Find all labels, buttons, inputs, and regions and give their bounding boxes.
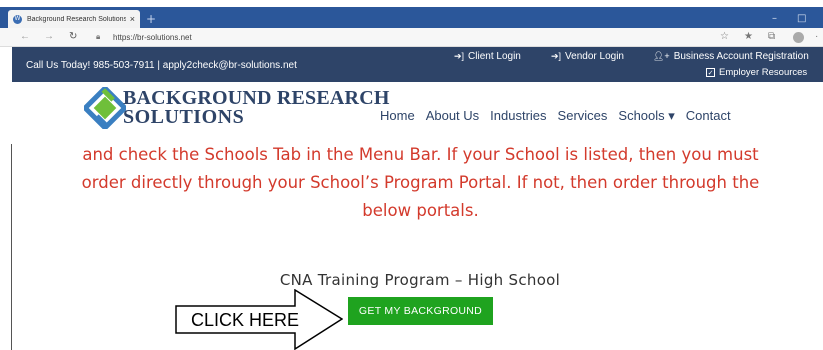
nav-contact[interactable]: Contact <box>686 108 731 124</box>
more-menu-icon[interactable]: · <box>815 31 818 42</box>
notice-line-3: below portals. <box>362 201 479 220</box>
schools-notice: and check the Schools Tab in the Menu Ba… <box>18 141 823 225</box>
refresh-icon[interactable]: ↻ <box>69 31 77 42</box>
browser-titlebar: W Background Research Solutions × + – □ <box>0 7 823 28</box>
profile-avatar[interactable] <box>793 32 804 43</box>
tab-close-icon[interactable]: × <box>130 14 135 24</box>
contact-info: Call Us Today! 985-503-7911 | apply2chec… <box>26 60 297 71</box>
notice-line-1: and check the Schools Tab in the Menu Ba… <box>82 145 759 164</box>
business-registration-link[interactable]: 👤︎+ Business Account Registration <box>653 51 809 62</box>
program-title: CNA Training Program – High School <box>279 271 561 289</box>
company-logo-icon[interactable] <box>84 87 126 129</box>
employer-resources-link[interactable]: ✓ Employer Resources <box>706 67 807 78</box>
url-field[interactable]: https://br-solutions.net <box>113 33 192 42</box>
client-login-link[interactable]: ➔] Client Login <box>454 51 521 62</box>
minimize-icon[interactable]: – <box>772 13 777 24</box>
lock-icon: 🔒︎ <box>96 32 101 41</box>
click-here-label: CLICK HERE <box>191 310 300 330</box>
vendor-login-link[interactable]: ➔] Vendor Login <box>551 51 624 62</box>
tab-title: Background Research Solutions <box>27 15 126 23</box>
business-registration-label: Business Account Registration <box>673 51 809 62</box>
main-navigation: Home About Us Industries Services School… <box>380 108 742 124</box>
checkbox-icon: ✓ <box>706 68 715 77</box>
new-tab-button[interactable]: + <box>146 12 156 26</box>
favorites-icon[interactable]: ★ <box>744 31 753 42</box>
collections-icon[interactable]: ⧉ <box>768 31 775 42</box>
maximize-icon[interactable]: □ <box>797 13 806 24</box>
content-frame-border <box>11 144 12 350</box>
sign-in-icon: ➔] <box>551 51 562 61</box>
nav-industries[interactable]: Industries <box>490 108 546 124</box>
nav-home[interactable]: Home <box>380 108 415 124</box>
browser-tab[interactable]: W Background Research Solutions × <box>8 10 140 28</box>
client-login-label: Client Login <box>468 51 521 62</box>
nav-about-us[interactable]: About Us <box>426 108 479 124</box>
employer-resources-label: Employer Resources <box>719 67 808 78</box>
vendor-login-label: Vendor Login <box>565 51 624 62</box>
user-plus-icon: 👤︎+ <box>653 51 670 61</box>
notice-line-2: order directly through your School’s Pro… <box>81 173 760 192</box>
site-topbar: Call Us Today! 985-503-7911 | apply2chec… <box>12 47 823 82</box>
back-arrow-icon[interactable]: ← <box>20 31 30 42</box>
sign-in-icon: ➔] <box>454 51 465 61</box>
forward-arrow-icon[interactable]: → <box>44 31 54 42</box>
site-favicon-icon: W <box>13 14 22 24</box>
favorite-star-icon[interactable]: ☆ <box>720 31 729 42</box>
nav-schools[interactable]: Schools ▾ <box>618 108 674 124</box>
nav-services[interactable]: Services <box>558 108 608 124</box>
address-bar: ← → ↻ 🔒︎ https://br-solutions.net ☆ ★ ⧉ … <box>0 28 823 47</box>
logo-text-line2[interactable]: SOLUTIONS <box>123 106 244 129</box>
get-my-background-button[interactable]: GET MY BACKGROUND <box>348 297 493 325</box>
